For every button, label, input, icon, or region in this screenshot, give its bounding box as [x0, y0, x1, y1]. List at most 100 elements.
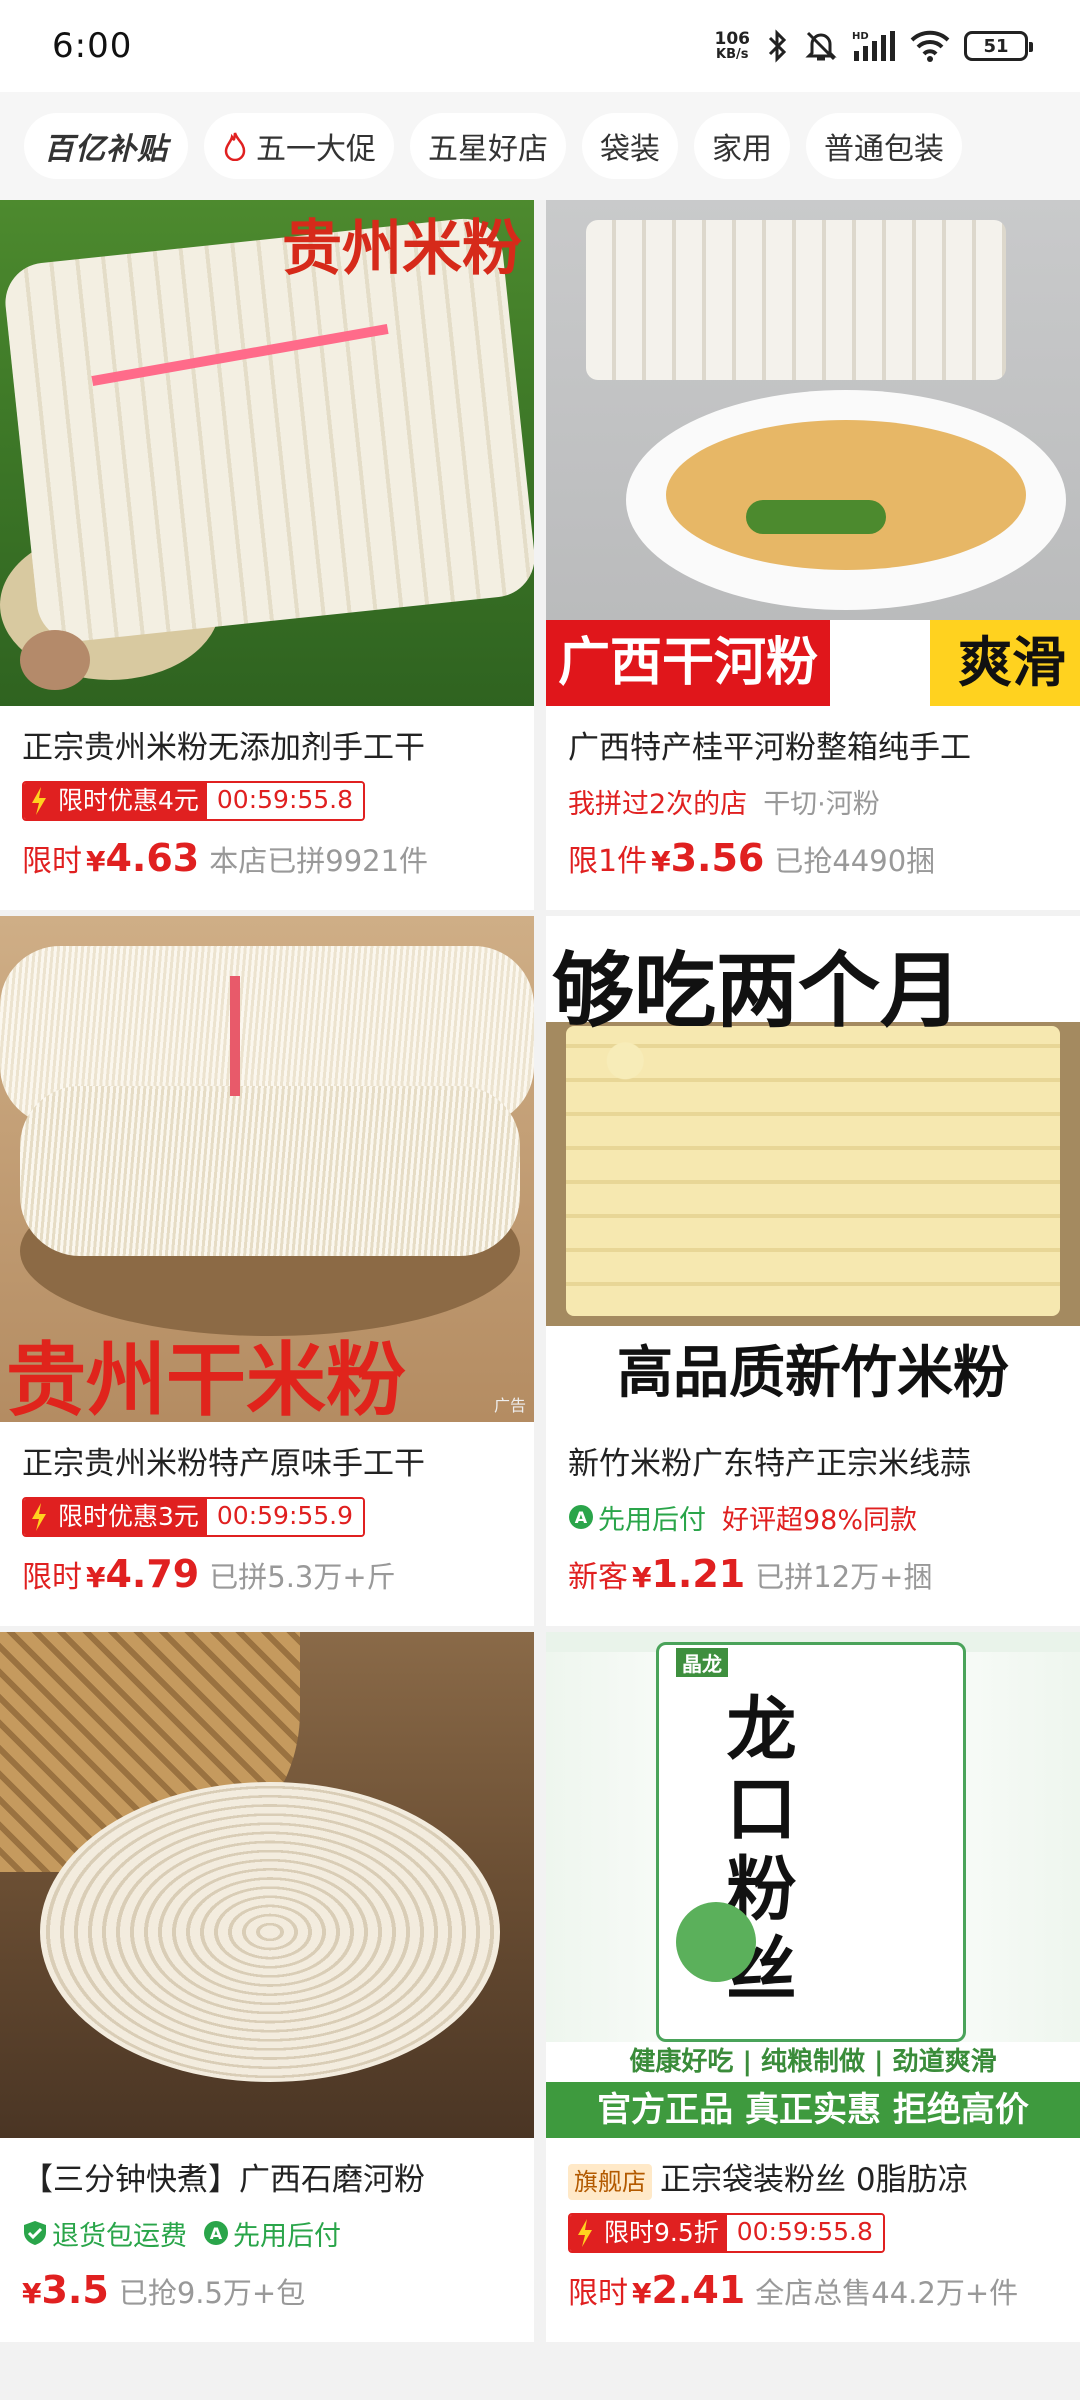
- status-bar: 6:00 106 KB/s HD 51: [0, 0, 1080, 92]
- product-card[interactable]: 贵州干米粉 广告 正宗贵州米粉特产原味手工干 限时优惠3元 00:59:55.9…: [0, 916, 534, 1626]
- pay-later-tag: 先用后付: [598, 1504, 706, 1536]
- battery-level: 51: [983, 35, 1009, 57]
- product-image[interactable]: 晶龙 龙口粉丝 健康好吃 | 纯粮制做 | 劲道爽滑 官方正品 真正实惠 拒绝高…: [546, 1632, 1080, 2138]
- currency-symbol: ¥: [86, 845, 106, 878]
- price: 4.63: [105, 836, 200, 880]
- brand-label: 晶龙: [676, 1648, 728, 1677]
- lightning-icon: [24, 783, 54, 819]
- product-image[interactable]: 广西干河粉 爽滑: [546, 200, 1080, 706]
- bluetooth-icon: [768, 29, 787, 63]
- image-caption: 贵州干米粉: [6, 1334, 406, 1422]
- product-card[interactable]: 【三分钟快煮】广西石磨河粉 退货包运费 A 先用后付 ¥ 3.5 已抢9.5万+…: [0, 1632, 534, 2342]
- product-title-text: 正宗袋装粉丝 0脂肪凉: [660, 2162, 969, 2198]
- countdown-timer: 00:59:55.9: [206, 1499, 364, 1535]
- product-image[interactable]: 贵州干米粉 广告: [0, 916, 534, 1422]
- repeat-shop-tag: 我拼过2次的店: [568, 788, 748, 820]
- spec-tag: 干切·河粉: [763, 788, 880, 820]
- filter-chip-bagged[interactable]: 袋装: [582, 113, 678, 179]
- svg-text:A: A: [210, 2224, 223, 2243]
- image-banner-secondary: 官方正品 真正实惠 拒绝高价: [546, 2082, 1080, 2138]
- product-title: 【三分钟快煮】广西石磨河粉: [22, 2162, 425, 2198]
- svg-text:A: A: [575, 1508, 588, 1527]
- pay-later-icon: A: [569, 1505, 593, 1529]
- price: 2.41: [651, 2268, 746, 2312]
- product-title: 旗舰店 正宗袋装粉丝 0脂肪凉: [568, 2158, 1058, 2202]
- status-time: 6:00: [52, 26, 133, 66]
- net-speed-unit: KB/s: [716, 47, 749, 62]
- promo-badge: 限时9.5折 00:59:55.8: [568, 2213, 885, 2253]
- product-title: 广西特产桂平河粉整箱纯手工: [568, 730, 971, 766]
- product-image[interactable]: 贵州米粉: [0, 200, 534, 706]
- image-caption: 够吃两个月: [552, 944, 963, 1039]
- price-label: 新客: [568, 1560, 628, 1595]
- net-speed-value: 106: [714, 29, 751, 49]
- price-label: 限时: [22, 1560, 82, 1595]
- product-card[interactable]: 广西干河粉 爽滑 广西特产桂平河粉整箱纯手工 我拼过2次的店 干切·河粉 限1件…: [546, 200, 1080, 910]
- lightning-icon: [570, 2215, 600, 2251]
- price-label: 限时: [568, 2276, 628, 2311]
- filter-chip-subsidy[interactable]: 百亿补贴: [24, 113, 188, 179]
- image-caption: 广西干河粉: [546, 620, 831, 706]
- shield-check-icon: [24, 2221, 46, 2245]
- price: 1.21: [651, 1552, 746, 1596]
- price-label: 限时: [22, 844, 82, 879]
- currency-symbol: ¥: [651, 845, 671, 878]
- image-caption-secondary: 爽滑: [930, 620, 1080, 706]
- product-card[interactable]: 够吃两个月 高品质新竹米粉 新竹米粉广东特产正宗米线蒜 A 先用后付 好评超98…: [546, 916, 1080, 1626]
- filter-chip-label: 普通包装: [824, 132, 944, 167]
- product-image[interactable]: [0, 1632, 534, 2138]
- sales-count: 全店总售44.2万+件: [755, 2276, 1019, 2310]
- price: 4.79: [105, 1552, 200, 1596]
- sales-count: 本店已拼9921件: [209, 844, 429, 878]
- ad-label: 广告: [493, 1396, 526, 1415]
- filter-chip-five-star[interactable]: 五星好店: [410, 113, 566, 179]
- product-title: 正宗贵州米粉特产原味手工干: [22, 1446, 425, 1482]
- sales-count: 已拼12万+捆: [755, 1560, 933, 1594]
- currency-symbol: ¥: [632, 2277, 652, 2310]
- image-caption: 贵州米粉: [282, 214, 522, 284]
- promo-badge: 限时优惠3元 00:59:55.9: [22, 1497, 366, 1537]
- sales-count: 已抢4490捆: [774, 844, 936, 878]
- lightning-icon: [24, 1499, 54, 1535]
- product-title: 正宗贵州米粉无添加剂手工干: [22, 730, 425, 766]
- status-icons: 106 KB/s HD 51: [714, 29, 1033, 63]
- image-caption-secondary: 高品质新竹米粉: [546, 1326, 1080, 1422]
- battery-icon: 51: [964, 31, 1033, 61]
- currency-symbol: ¥: [86, 1561, 106, 1594]
- promo-label: 限时9.5折: [600, 2215, 727, 2251]
- net-speed: 106 KB/s: [714, 29, 751, 62]
- flagship-badge: 旗舰店: [568, 2164, 652, 2200]
- promo-badge: 限时优惠4元 00:59:55.8: [22, 781, 366, 821]
- price: 3.5: [41, 2268, 109, 2312]
- pay-later-tag: 先用后付: [233, 2220, 341, 2252]
- review-tag: 好评超98%同款: [722, 1504, 918, 1536]
- sales-count: 已抢9.5万+包: [118, 2276, 306, 2310]
- price-label: 限1件: [568, 844, 648, 879]
- wifi-icon: [910, 30, 950, 62]
- filter-chip-may-day[interactable]: 五一大促: [204, 113, 394, 179]
- promo-label: 限时优惠3元: [54, 1499, 207, 1535]
- hd-label: HD: [852, 31, 869, 42]
- product-image[interactable]: 够吃两个月 高品质新竹米粉: [546, 916, 1080, 1422]
- filter-chip-label: 百亿补贴: [44, 132, 168, 167]
- currency-symbol: ¥: [22, 2277, 42, 2310]
- pay-later-icon: A: [204, 2221, 228, 2245]
- product-title: 新竹米粉广东特产正宗米线蒜: [568, 1446, 971, 1482]
- free-return-tag: 退货包运费: [52, 2220, 187, 2252]
- image-banner: 健康好吃 | 纯粮制做 | 劲道爽滑: [546, 2042, 1080, 2082]
- product-card[interactable]: 贵州米粉 正宗贵州米粉无添加剂手工干 限时优惠4元 00:59:55.8 限时 …: [0, 200, 534, 910]
- promo-label: 限时优惠4元: [54, 783, 207, 819]
- product-card[interactable]: 晶龙 龙口粉丝 健康好吃 | 纯粮制做 | 劲道爽滑 官方正品 真正实惠 拒绝高…: [546, 1632, 1080, 2342]
- countdown-timer: 00:59:55.8: [726, 2215, 883, 2251]
- price: 3.56: [670, 836, 765, 880]
- countdown-timer: 00:59:55.8: [206, 783, 364, 819]
- filter-bar: 百亿补贴 五一大促 五星好店 袋装 家用 普通包装: [0, 92, 1080, 200]
- sales-count: 已拼5.3万+斤: [209, 1560, 396, 1594]
- filter-chip-household[interactable]: 家用: [694, 113, 790, 179]
- currency-symbol: ¥: [632, 1561, 652, 1594]
- filter-chip-label: 袋装: [600, 132, 660, 167]
- filter-chip-label: 五星好店: [428, 132, 548, 167]
- flame-icon: [224, 132, 246, 161]
- filter-chip-label: 家用: [712, 132, 772, 167]
- filter-chip-normal-pack[interactable]: 普通包装: [806, 113, 962, 179]
